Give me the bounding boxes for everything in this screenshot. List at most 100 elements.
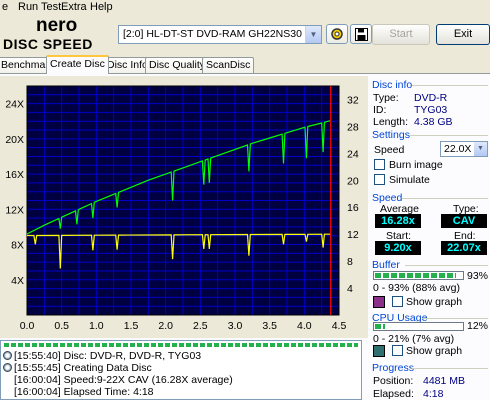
log-time: [15:55:45] <box>14 362 61 374</box>
log-row: [16:00:04] Elapsed Time: 4:18 <box>14 386 154 398</box>
chart-x-tick-label: 3.5 <box>262 320 277 332</box>
nero-logo: nero DISC SPEED <box>3 15 93 52</box>
log-row: [15:55:45] Creating Data Disc <box>3 362 152 374</box>
chart-x-tick-label: 0.5 <box>54 320 69 332</box>
buffer-show-graph-label: Show graph <box>406 296 463 308</box>
speed-chart: 0.0 0.5 1.0 1.5 2.0 2.5 3.0 3.5 4.0 4.5 4X 8X 12X 16X… <box>0 76 368 338</box>
burn-image-checkbox[interactable] <box>374 159 385 170</box>
speed-type-value: CAV <box>441 214 487 228</box>
cpu-show-graph-checkbox[interactable] <box>392 345 403 356</box>
chart-x-tick-label: 4.0 <box>297 320 312 332</box>
log-text: Disc: DVD-R, DVD-R, TYG03 <box>63 350 202 362</box>
log-text: Elapsed Time: 4:18 <box>63 386 154 398</box>
chart-y-right-tick-label: 4 <box>347 283 353 295</box>
buffer-progress-fill <box>375 273 456 278</box>
simulate-checkbox[interactable] <box>374 174 385 185</box>
chart-y-right-tick-label: 16 <box>347 202 359 214</box>
tab-scandisc[interactable]: ScanDisc <box>202 57 255 73</box>
exit-button[interactable]: Exit <box>436 24 490 45</box>
buffer-range: 0 - 93% (88% avg) <box>373 282 460 294</box>
chart-y-left-tick-label: 8X <box>11 240 24 252</box>
buffer-progress-bar <box>373 271 464 280</box>
tab-disc-quality[interactable]: Disc Quality <box>145 57 210 73</box>
menu-help[interactable]: Help <box>90 0 113 14</box>
menu-run-test[interactable]: Run Test <box>18 0 61 14</box>
log-progress-strip <box>4 343 358 347</box>
menu-file[interactable]: e <box>2 0 8 14</box>
chart-y-left-tick-label: 16X <box>5 169 24 181</box>
log-time: [16:00:04] <box>14 386 61 398</box>
chart-y-left-tick-label: 20X <box>5 134 24 146</box>
speed-setting-label: Speed <box>374 144 405 156</box>
log-row: [16:00:04] Speed:9-22X CAV (16.28X avera… <box>14 374 233 386</box>
tab-create-disc[interactable]: Create Disc <box>46 55 109 74</box>
settings-button[interactable] <box>326 24 348 44</box>
save-button[interactable] <box>350 24 372 44</box>
cpu-percent: 12% <box>467 320 489 332</box>
start-button[interactable]: Start <box>372 24 430 45</box>
progress-divider <box>412 368 488 369</box>
disc-info-title: Disc info <box>372 79 413 91</box>
cpu-progress-bar <box>373 322 464 331</box>
simulate-label: Simulate <box>389 174 430 186</box>
disc-info-divider <box>412 85 488 86</box>
chart-y-left-tick-label: 4X <box>11 275 24 287</box>
chart-y-left-tick-label: 24X <box>5 99 24 111</box>
log-time: [15:55:40] <box>14 350 61 362</box>
elapsed-value: 4:18 <box>423 388 444 400</box>
start-speed-value: 9.20x <box>375 241 421 255</box>
average-speed-value: 16.28x <box>375 214 421 228</box>
chart-y-left-tick-label: 12X <box>5 204 24 216</box>
cpu-color-swatch[interactable] <box>373 345 385 357</box>
log-text: Speed:9-22X CAV (16.28X average) <box>63 374 233 386</box>
progress-title: Progress <box>372 362 415 374</box>
chart-x-tick-label: 4.5 <box>332 320 347 332</box>
drive-select-value: [2:0] HL-DT-ST DVD-RAM GH22NS30 1.02 <box>123 28 322 40</box>
chart-x-tick-label: 2.5 <box>193 320 208 332</box>
buffer-divider <box>405 265 488 266</box>
chart-y-right-tick-label: 24 <box>347 148 359 160</box>
chart-x-tick-label: 0.0 <box>20 320 35 332</box>
chart-y-right-tick-label: 20 <box>347 175 359 187</box>
speed-select-value: 22.0X <box>444 143 472 155</box>
chart-x-tick-label: 1.0 <box>89 320 104 332</box>
buffer-show-graph-checkbox[interactable] <box>392 296 403 307</box>
menu-bar: e Run Test Extra Help <box>0 0 490 14</box>
log-row: [15:55:40] Disc: DVD-R, DVD-R, TYG03 <box>3 350 201 362</box>
cpu-progress-fill <box>375 324 386 329</box>
buffer-color-swatch[interactable] <box>373 296 385 308</box>
chart-y-right-tick-label: 32 <box>347 94 359 106</box>
speed-group-divider <box>402 198 488 199</box>
settings-divider <box>410 135 488 136</box>
position-label: Position: <box>373 375 414 387</box>
drive-select[interactable]: [2:0] HL-DT-ST DVD-RAM GH22NS30 1.02 ▼ <box>118 25 322 44</box>
chart-y-right-tick-label: 12 <box>347 229 359 241</box>
log-time: [16:00:04] <box>14 374 61 386</box>
cpu-range: 0 - 21% (7% avg) <box>373 333 455 345</box>
elapsed-label: Elapsed: <box>373 388 414 400</box>
cpu-divider <box>422 318 488 319</box>
burn-image-label: Burn image <box>389 159 443 171</box>
chart-y-right-tick-label: 28 <box>347 121 359 133</box>
chart-y-right-tick-label: 8 <box>347 256 353 268</box>
info-icon <box>3 363 12 372</box>
logo-discspeed-text: DISC SPEED <box>3 36 93 52</box>
disc-id-value: TYG03 <box>414 104 448 116</box>
chart-x-tick-label: 1.5 <box>124 320 139 332</box>
speed-chart-svg: 0.0 0.5 1.0 1.5 2.0 2.5 3.0 3.5 4.0 4.5 4X 8X 12X 16X… <box>5 85 359 332</box>
menu-extra[interactable]: Extra <box>61 0 87 14</box>
chevron-down-icon[interactable]: ▼ <box>305 26 321 43</box>
position-value: 4481 MB <box>423 375 466 387</box>
cpu-show-graph-label: Show graph <box>406 345 463 357</box>
buffer-title: Buffer <box>372 259 400 271</box>
disc-type-value: DVD-R <box>414 92 448 104</box>
chart-x-tick-label: 2.0 <box>158 320 173 332</box>
chart-x-tick-label: 3.0 <box>228 320 243 332</box>
disc-type-label: Type: <box>373 92 399 104</box>
settings-wheel-icon <box>331 28 343 40</box>
info-icon <box>3 351 12 360</box>
speed-select[interactable]: 22.0X ▼ <box>440 141 488 157</box>
log-text: Creating Data Disc <box>63 362 152 374</box>
log-panel[interactable]: [15:55:40] Disc: DVD-R, DVD-R, TYG03 [15… <box>0 340 362 400</box>
chevron-down-icon[interactable]: ▼ <box>474 142 487 156</box>
